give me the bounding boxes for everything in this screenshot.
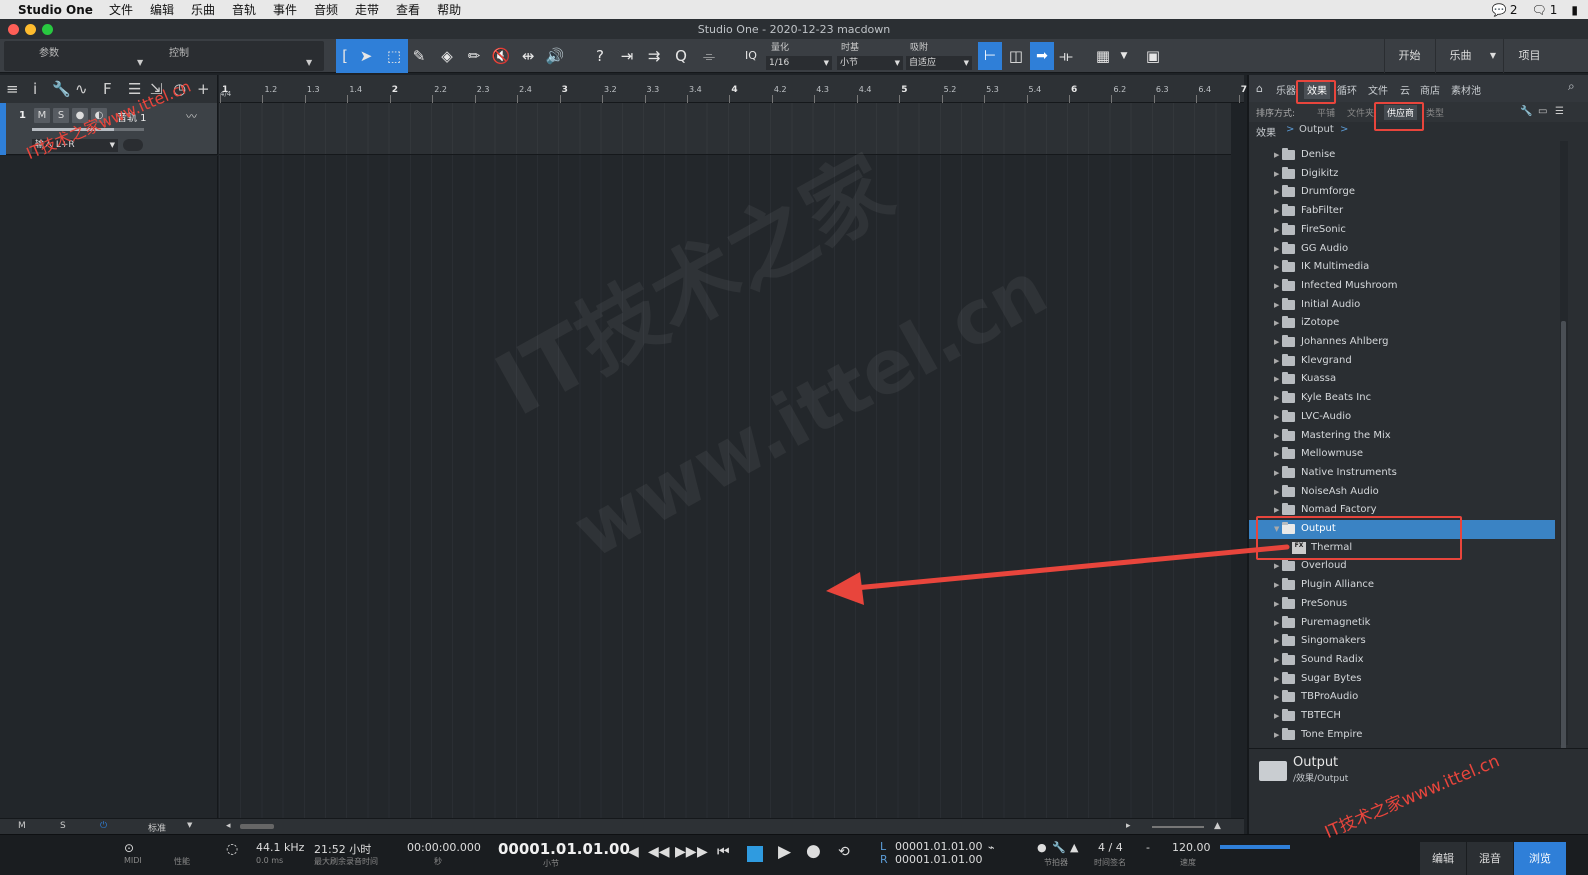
studio-one-window: Studio One 文件 编辑 乐曲 音轨 事件 音频 走带 查看 帮助 💬 2… [0,0,1588,875]
